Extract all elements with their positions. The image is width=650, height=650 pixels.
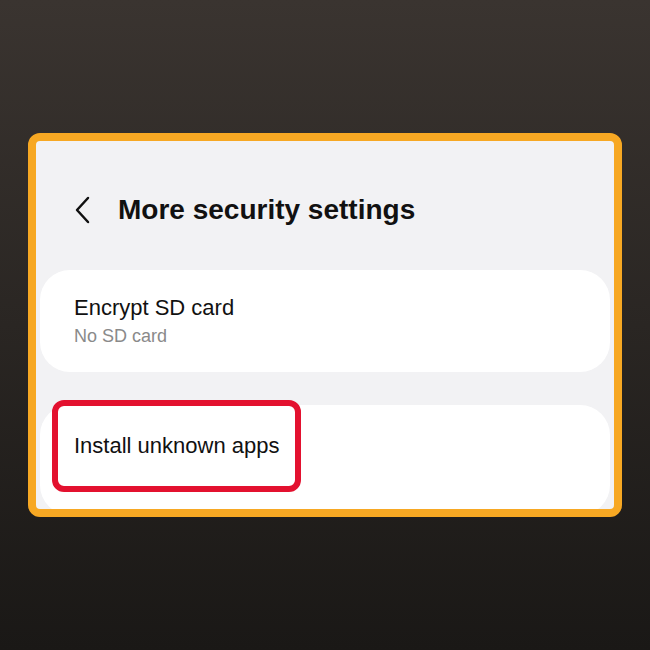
row-subtitle: No SD card [74,324,590,348]
settings-row[interactable]: Encrypt SD cardNo SD card [40,270,610,372]
screen: More security settings Encrypt SD cardNo … [0,0,650,650]
back-chevron-icon[interactable] [72,195,94,225]
row-title: Install unknown apps [74,433,279,459]
settings-card: More security settings Encrypt SD cardNo … [28,133,622,517]
header-title: More security settings [118,193,415,227]
settings-row[interactable]: Install unknown apps [40,405,610,515]
row-title: Encrypt SD card [74,294,590,322]
header: More security settings [36,141,614,270]
highlight-box: Install unknown apps [52,400,301,492]
